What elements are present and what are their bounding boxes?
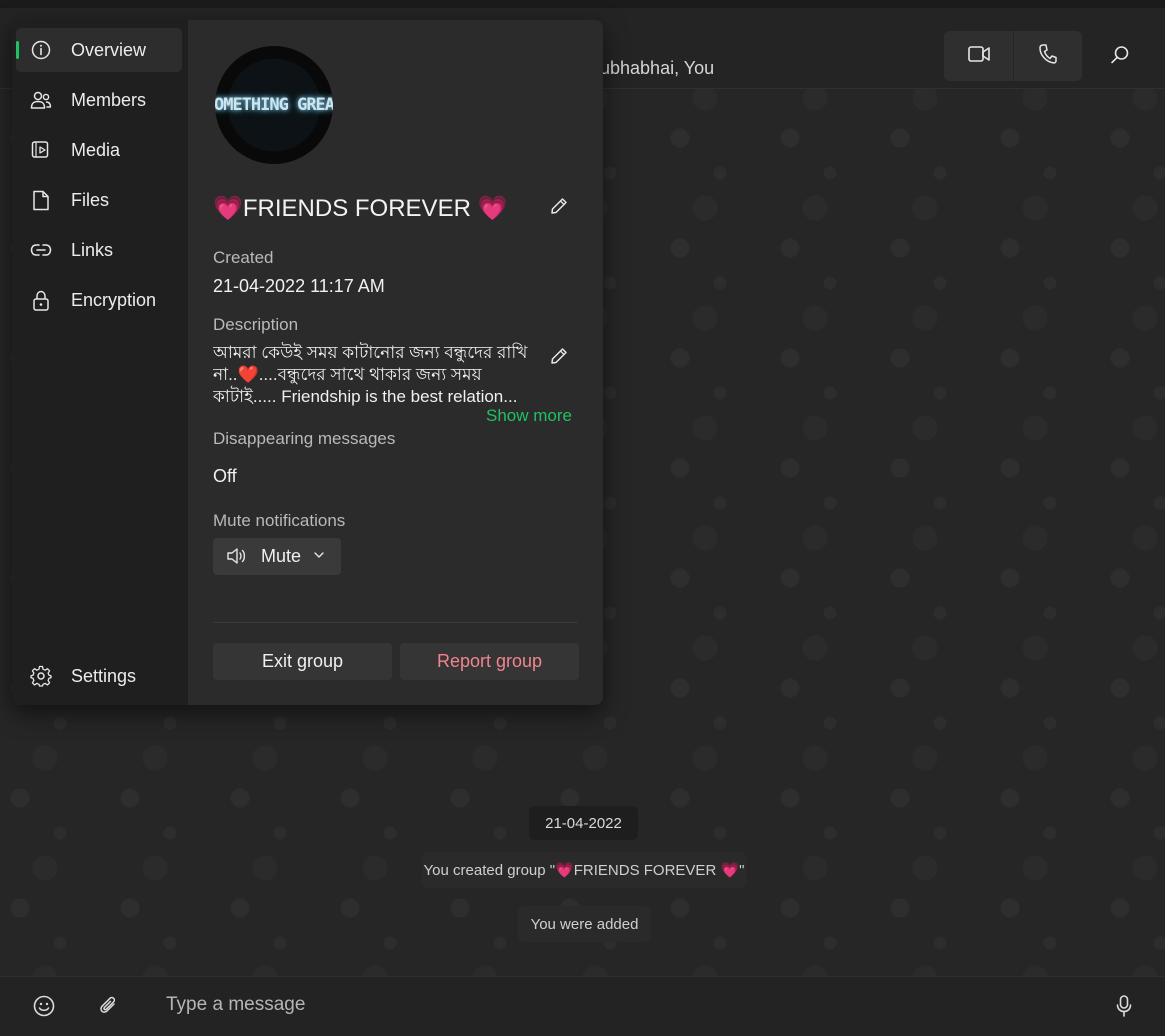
- report-group-button[interactable]: Report group: [400, 643, 579, 680]
- paperclip-icon: [99, 995, 119, 1022]
- gear-icon: [30, 665, 52, 687]
- description-text: আমরা কেউই সময় কাটানোর জন্য বন্ধুদের রাখ…: [213, 343, 528, 406]
- file-icon: [30, 189, 52, 211]
- group-name: 💗FRIENDS FOREVER 💗: [213, 195, 508, 222]
- created-value: 21-04-2022 11:17 AM: [213, 276, 385, 296]
- voice-call-button[interactable]: [1013, 31, 1082, 81]
- disappearing-value[interactable]: Off: [213, 466, 237, 487]
- phone-icon: [1039, 43, 1057, 69]
- pencil-icon: [550, 347, 568, 370]
- voice-message-button[interactable]: [1111, 994, 1137, 1022]
- mute-label-text: Mute: [261, 546, 302, 566]
- sidebar-item-label: Settings: [71, 665, 137, 686]
- window-top-strip: [0, 0, 1165, 8]
- show-more-link[interactable]: Show more: [486, 406, 572, 426]
- link-icon: [30, 239, 52, 261]
- emoji-button[interactable]: [31, 995, 57, 1021]
- info-sidebar: Overview Members Media Files Links Encry…: [12, 20, 188, 705]
- sidebar-item-overview[interactable]: Overview: [16, 28, 182, 72]
- edit-name-button[interactable]: [549, 197, 569, 220]
- attach-button[interactable]: [96, 995, 122, 1021]
- header-members[interactable]: ubhabhai, You: [600, 58, 714, 79]
- avatar-neon-text: SOMETHING GREAT: [215, 95, 333, 115]
- date-separator: 21-04-2022: [529, 806, 638, 840]
- search-icon: [1110, 45, 1130, 70]
- group-info-panel: Overview Members Media Files Links Encry…: [12, 20, 603, 705]
- chevron-down-icon: [313, 548, 325, 566]
- media-icon: [30, 139, 52, 161]
- video-call-icon: [967, 45, 990, 68]
- call-button-group: [944, 31, 1082, 81]
- emoji-icon: [33, 995, 55, 1022]
- sidebar-item-label: Media: [71, 139, 121, 160]
- message-composer: Type a message: [0, 976, 1165, 1036]
- disappearing-label: Disappearing messages: [213, 429, 396, 448]
- exit-group-button[interactable]: Exit group: [213, 643, 392, 680]
- sidebar-item-label: Members: [71, 89, 147, 110]
- sidebar-item-media[interactable]: Media: [16, 128, 182, 172]
- sidebar-item-label: Links: [71, 239, 114, 260]
- video-call-button[interactable]: [944, 31, 1013, 81]
- info-icon: [30, 39, 52, 61]
- sidebar-item-label: Files: [71, 189, 110, 210]
- overview-content: SOMETHING GREAT 💗FRIENDS FOREVER 💗 Creat…: [188, 20, 603, 705]
- mute-dropdown[interactable]: Mute: [213, 538, 341, 575]
- sidebar-item-settings[interactable]: Settings: [16, 654, 182, 698]
- edit-description-button[interactable]: [549, 347, 569, 370]
- group-avatar[interactable]: SOMETHING GREAT: [215, 46, 333, 164]
- sidebar-item-encryption[interactable]: Encryption: [16, 278, 182, 322]
- lock-icon: [30, 289, 52, 311]
- search-button[interactable]: [1100, 41, 1140, 73]
- members-icon: [30, 89, 52, 111]
- microphone-icon: [1116, 994, 1132, 1022]
- created-label: Created: [213, 248, 274, 267]
- sidebar-item-files[interactable]: Files: [16, 178, 182, 222]
- system-message-created: You created group "💗FRIENDS FOREVER 💗": [422, 852, 746, 888]
- description-label: Description: [213, 315, 299, 334]
- sidebar-item-label: Overview: [71, 39, 147, 60]
- divider: [213, 622, 578, 623]
- system-message-added: You were added: [518, 906, 651, 942]
- sidebar-item-members[interactable]: Members: [16, 78, 182, 122]
- message-input[interactable]: Type a message: [166, 994, 305, 1016]
- sidebar-item-links[interactable]: Links: [16, 228, 182, 272]
- sidebar-item-label: Encryption: [71, 289, 157, 310]
- speaker-icon: [226, 547, 248, 570]
- pencil-icon: [550, 197, 568, 220]
- mute-label: Mute notifications: [213, 511, 346, 530]
